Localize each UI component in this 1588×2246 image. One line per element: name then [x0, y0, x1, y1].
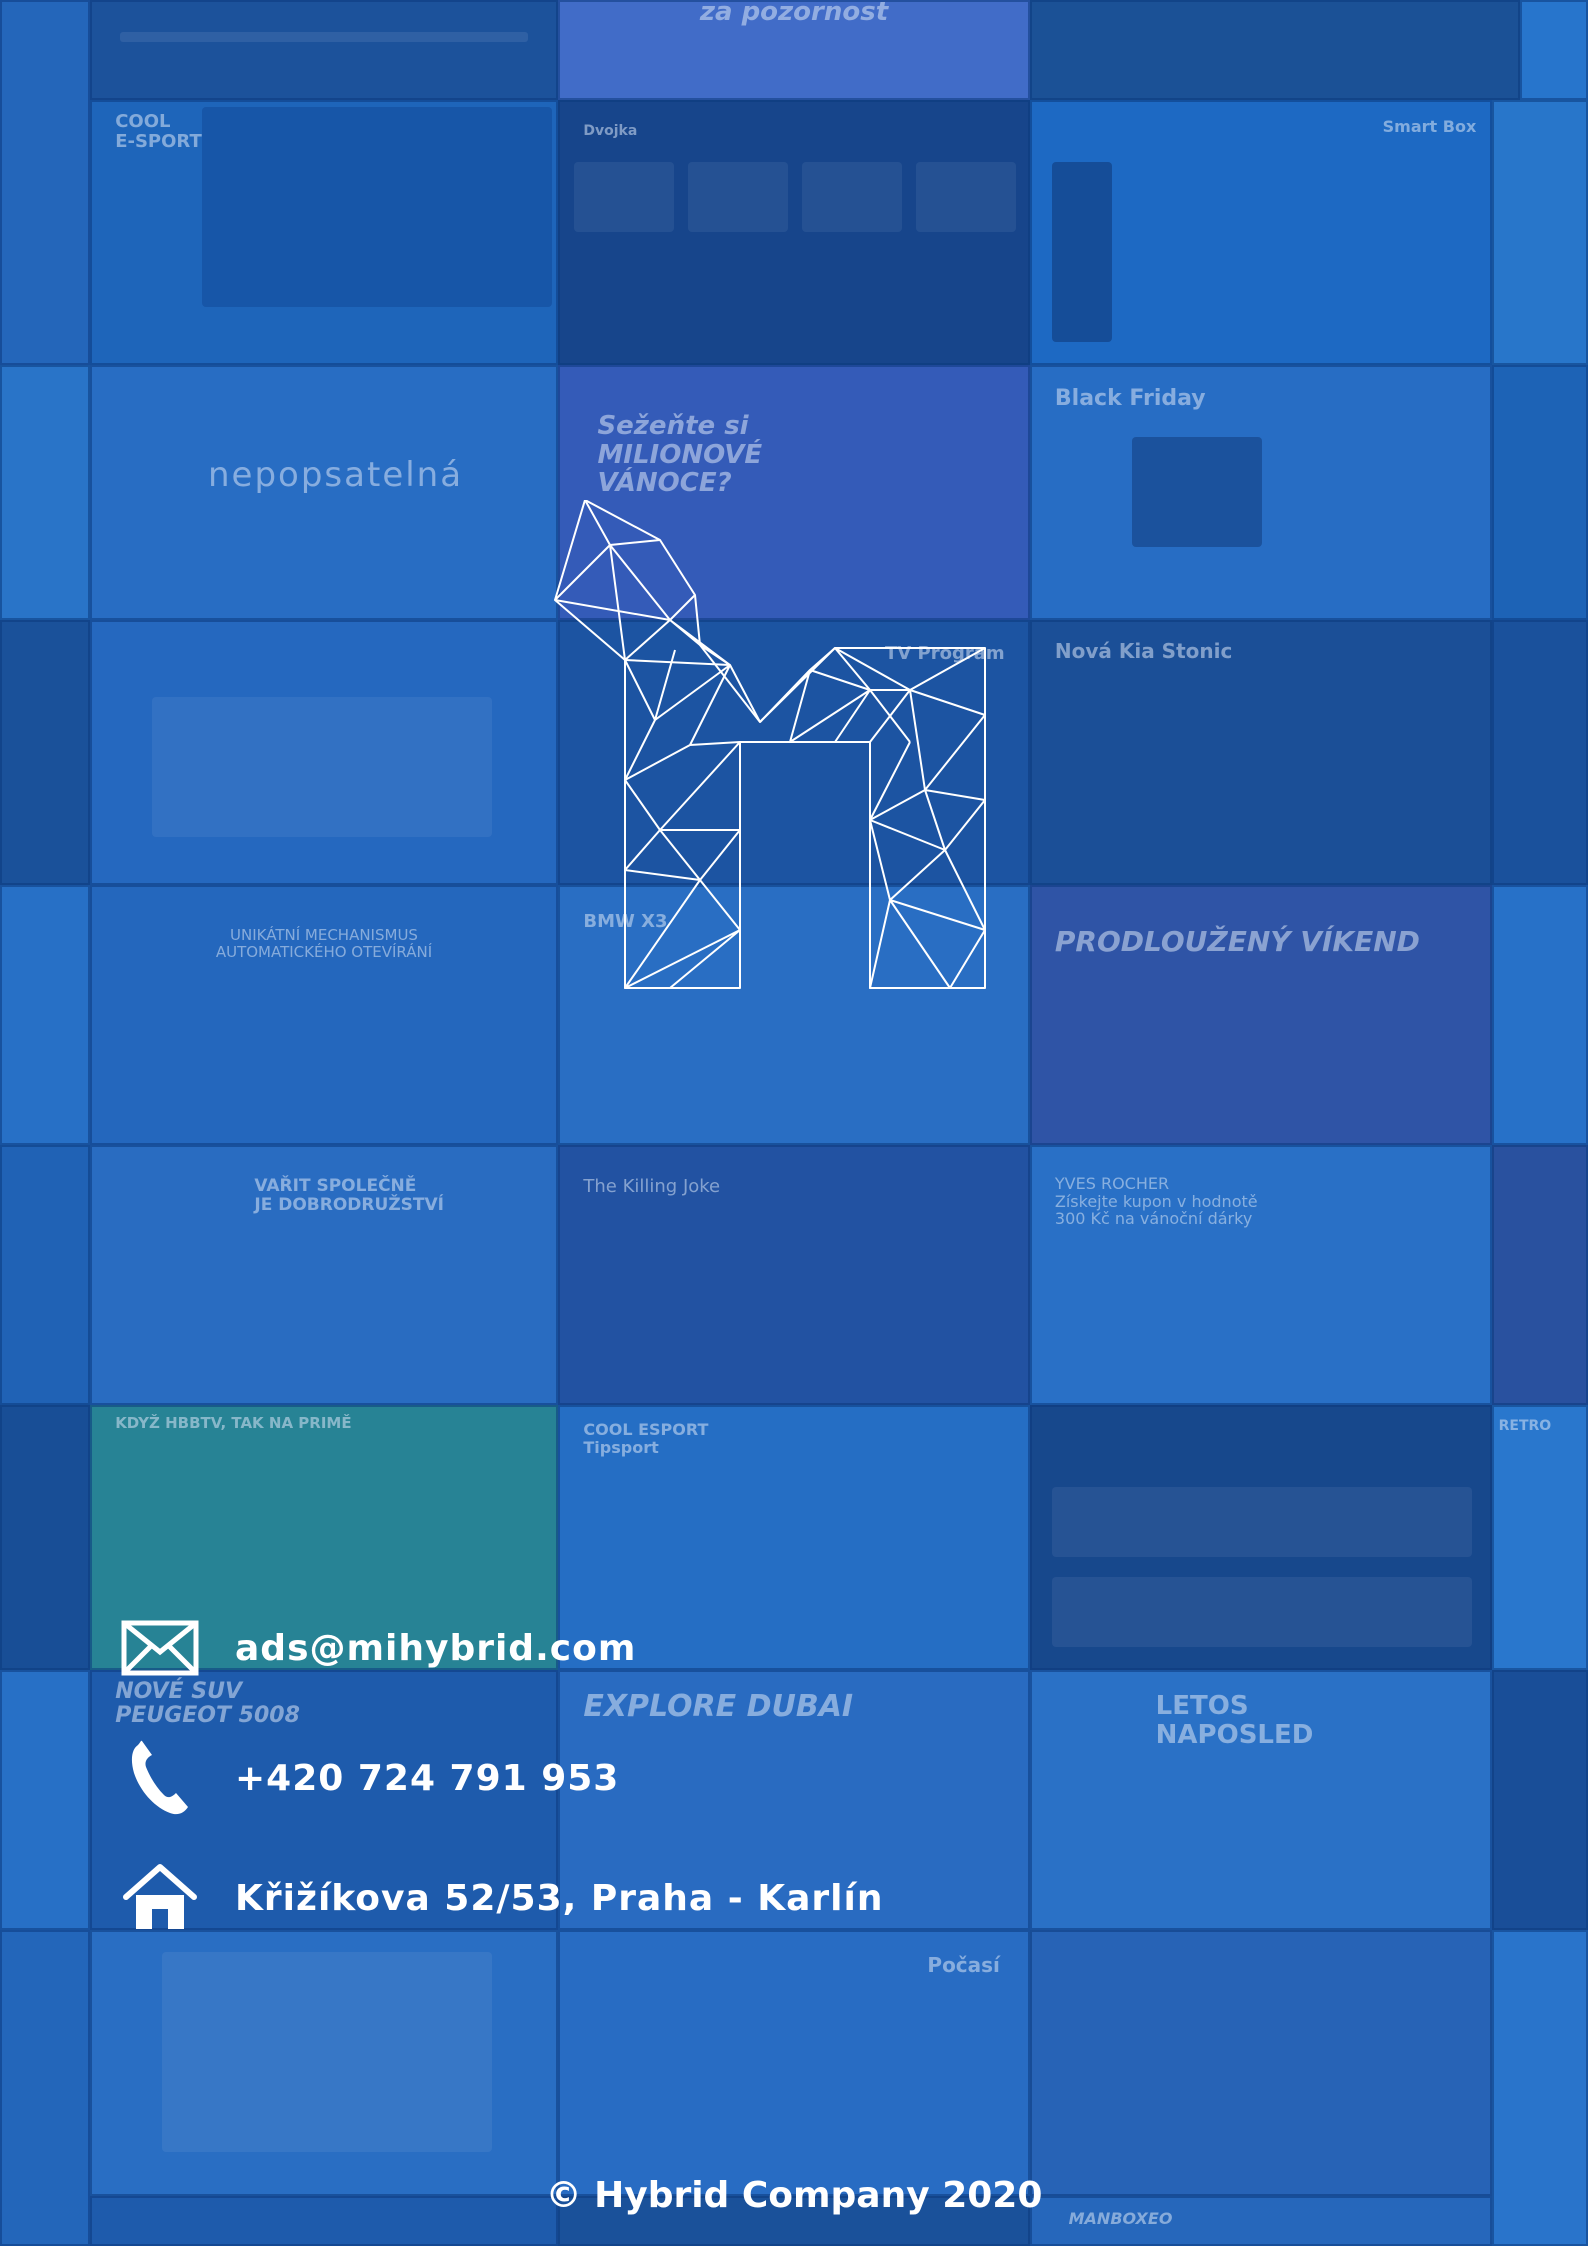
tile-kia: Nová Kia Stonic	[1030, 620, 1492, 885]
tile-mechanism: UNIKÁTNÍ MECHANISMUS AUTOMATICKÉHO OTEVÍ…	[90, 885, 558, 1145]
tile-cool-esport: COOL E-SPORT	[90, 100, 558, 365]
tile-yves-rocher: YVES ROCHER Získejte kupon v hodnotě 300…	[1030, 1145, 1492, 1405]
tile-mcdonalds	[1030, 1930, 1492, 2196]
tile-text-prima: KDYŽ HBBTV, TAK NA PRIMĚ	[115, 1414, 352, 1432]
tile-text-vanoce: Sežeňte si MILIONOVÉ VÁNOCE?	[597, 411, 763, 499]
tile-text-mechanism: UNIKÁTNÍ MECHANISMUS AUTOMATICKÉHO OTEVÍ…	[215, 926, 433, 961]
tile-text-ikea: VAŘIT SPOLEČNĚ JE DOBRODRUŽSTVÍ	[254, 1176, 444, 1215]
tile-text-tipsport: COOL ESPORT Tipsport	[583, 1420, 709, 1457]
tile-pocasi: Počasí	[558, 1930, 1030, 2196]
tile-text-dvojka: Dvojka	[583, 123, 638, 139]
tile-movies	[1030, 1405, 1492, 1670]
tile-right-edge-4	[1492, 620, 1588, 885]
tile-food	[0, 365, 90, 620]
tile-huawei	[90, 620, 558, 885]
tile-killing-joke: The Killing Joke	[558, 1145, 1030, 1405]
email-row[interactable]: ads@mihybrid.com	[115, 1608, 636, 1688]
envelope-icon	[115, 1608, 205, 1688]
hybrid-logo-icon	[554, 500, 986, 989]
tile-left-7	[0, 1670, 90, 1930]
tile-pozornost: za pozornost	[558, 0, 1030, 100]
tile-text-pocasi: Počasí	[927, 1953, 1000, 1977]
tile-text-smart-box: Smart Box	[1382, 117, 1477, 136]
tile-ikea: VAŘIT SPOLEČNĚ JE DOBRODRUŽSTVÍ	[90, 1145, 558, 1405]
tile-black-friday: Black Friday	[1030, 365, 1492, 620]
tile-channels	[1492, 1670, 1588, 1930]
tile-text-dubai: EXPLORE DUBAI	[583, 1689, 854, 1724]
tile-right-edge-5	[1492, 885, 1588, 1145]
tile-text-yves-rocher: YVES ROCHER Získejte kupon v hodnotě 300…	[1054, 1174, 1258, 1229]
address-row: Křižíkova 52/53, Praha - Karlín	[115, 1858, 883, 1938]
tile-retro: RETRO	[1492, 1405, 1588, 1670]
tile-esport	[0, 0, 90, 365]
tile-map	[0, 885, 90, 1145]
tile-smart-box: Smart Box	[1030, 100, 1492, 365]
email-address[interactable]: ads@mihybrid.com	[235, 1628, 636, 1669]
home-icon	[115, 1858, 205, 1938]
tile-text-black-friday: Black Friday	[1054, 386, 1206, 411]
tile-text-vikend: PRODLOUŽENÝ VÍKEND	[1054, 925, 1420, 958]
phone-row[interactable]: +420 724 791 953	[115, 1738, 619, 1818]
tile-text-letos: LETOS NAPOSLED	[1155, 1691, 1314, 1750]
tile-sport-grid	[1030, 0, 1520, 100]
tile-hornbach	[90, 1930, 558, 2196]
tile-left-5	[0, 1145, 90, 1405]
tile-kids	[90, 0, 558, 100]
tile-dvojka: Dvojka	[558, 100, 1030, 365]
tile-left-6	[0, 1405, 90, 1670]
tile-emirates-vikend: PRODLOUŽENÝ VÍKEND	[1030, 885, 1492, 1145]
tile-text-pozornost: za pozornost	[699, 0, 889, 27]
tile-right-edge-2	[1492, 100, 1588, 365]
phone-number[interactable]: +420 724 791 953	[235, 1758, 619, 1799]
tile-bistro	[1492, 1145, 1588, 1405]
tile-text-retro: RETRO	[1498, 1418, 1552, 1434]
street-address: Křižíkova 52/53, Praha - Karlín	[235, 1877, 884, 1919]
tile-skoda: nepopsatelná	[90, 365, 558, 620]
copyright-footer: © Hybrid Company 2020	[545, 2175, 1043, 2216]
tile-text-killing-joke: The Killing Joke	[583, 1176, 721, 1197]
tile-letos: LETOS NAPOSLED	[1030, 1670, 1492, 1930]
phone-icon	[115, 1738, 205, 1818]
tile-text-kia: Nová Kia Stonic	[1054, 639, 1233, 663]
tile-right-edge-1	[1520, 0, 1588, 100]
tile-text-skoda: nepopsatelná	[208, 455, 464, 495]
tile-right-edge-3	[1492, 365, 1588, 620]
tile-left-3	[0, 620, 90, 885]
